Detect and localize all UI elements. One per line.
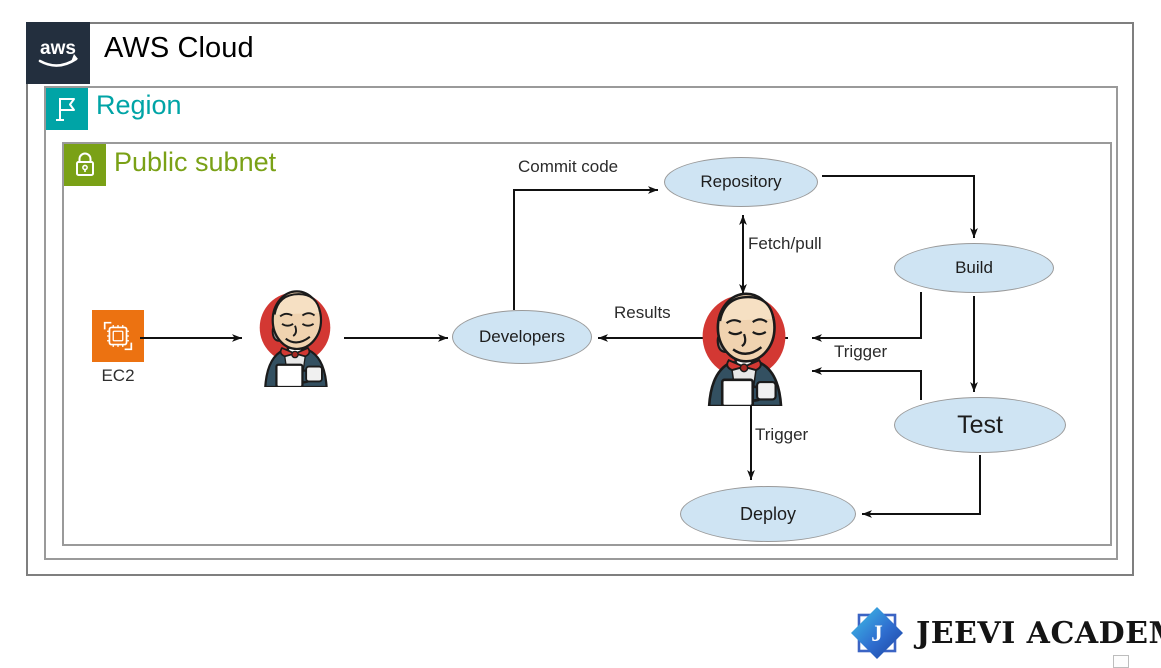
svg-text:J: J xyxy=(871,621,883,646)
node-deploy[interactable]: Deploy xyxy=(680,486,856,542)
svg-text:aws: aws xyxy=(40,38,76,59)
edge-label-trigger-build: Trigger xyxy=(834,342,888,361)
edge-label-fetch-pull: Fetch/pull xyxy=(748,234,822,253)
jenkins-butler-icon xyxy=(689,284,799,408)
node-developers[interactable]: Developers xyxy=(452,310,592,364)
aws-cloud-label: AWS Cloud xyxy=(104,32,254,64)
aws-logo-icon: aws xyxy=(26,22,90,84)
node-repository[interactable]: Repository xyxy=(664,157,818,207)
jeevi-academy-wordmark: JEEVI ACADEMY xyxy=(916,615,1161,651)
ec2-service-node[interactable]: EC2 xyxy=(78,310,158,386)
jeevi-academy-watermark: J JEEVI ACADEMY xyxy=(848,604,1161,662)
public-subnet-label: Public subnet xyxy=(114,147,277,177)
ec2-chip-icon xyxy=(92,310,144,362)
edge-label-results: Results xyxy=(614,303,671,322)
edge-label-trigger-deploy: Trigger xyxy=(755,425,809,444)
node-build[interactable]: Build xyxy=(894,243,1054,293)
padlock-icon xyxy=(64,144,106,186)
ec2-label: EC2 xyxy=(101,366,135,385)
jeevi-diamond-icon: J xyxy=(851,607,903,659)
region-label: Region xyxy=(96,90,182,120)
node-test[interactable]: Test xyxy=(894,397,1066,453)
jenkins-butler-icon xyxy=(248,283,342,389)
edge-label-commit-code: Commit code xyxy=(518,157,619,176)
region-flag-icon xyxy=(46,88,88,130)
corner-marker xyxy=(1113,655,1129,668)
